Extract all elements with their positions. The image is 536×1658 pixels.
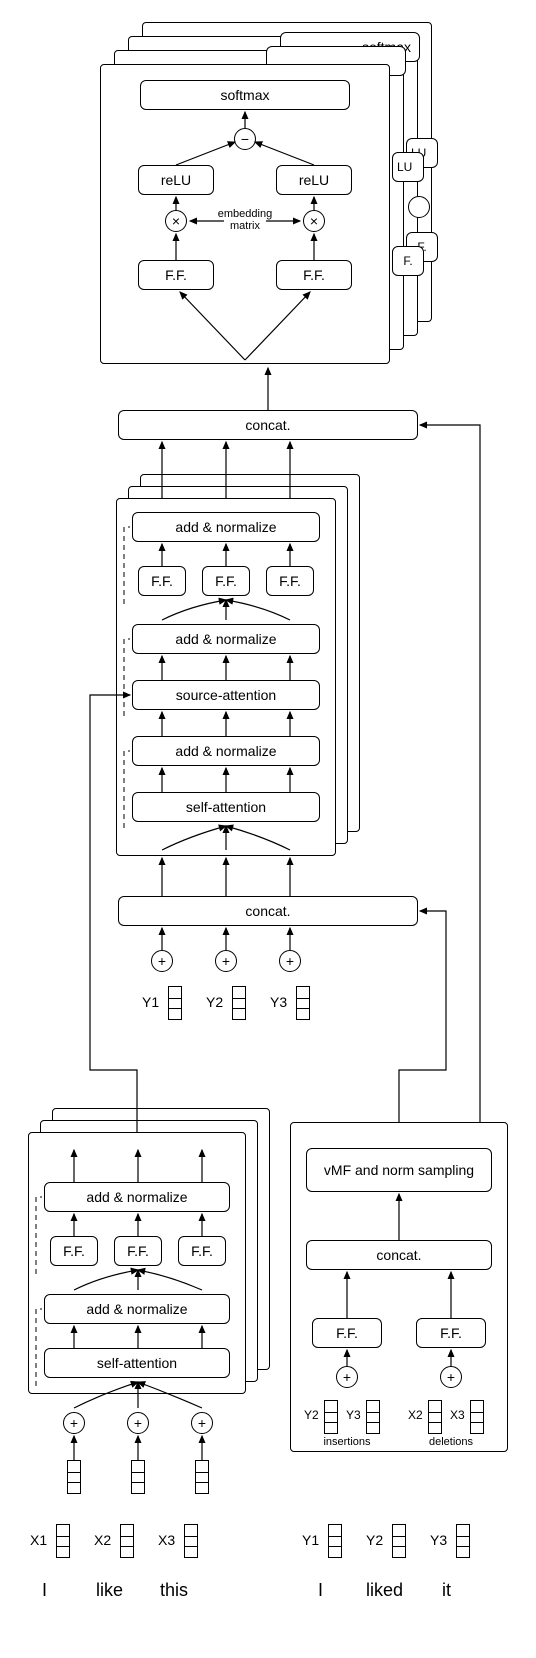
softmax-block: softmax <box>140 80 350 110</box>
x2-vec <box>131 1460 145 1494</box>
x2-label: X2 <box>94 1532 111 1548</box>
y1-vec-bot <box>328 1524 342 1558</box>
multiply-left: × <box>165 210 187 232</box>
y3-vec-mid <box>296 986 310 1020</box>
y3-label-mid: Y3 <box>270 994 287 1010</box>
y2-vec-mid <box>232 986 246 1020</box>
x3-vec <box>195 1460 209 1494</box>
del-x2-vec <box>428 1400 442 1434</box>
concat-upper: concat. <box>118 410 418 440</box>
encoder-ff-1: F.F. <box>50 1236 98 1266</box>
plus-y3: + <box>279 950 301 972</box>
encoder-ff-3: F.F. <box>178 1236 226 1266</box>
relu-shadow-peek-2: LU <box>392 152 424 182</box>
ins-y3-label: Y3 <box>346 1408 361 1422</box>
vmf-concat: concat. <box>306 1240 492 1270</box>
multiply-right: × <box>303 210 325 232</box>
y2-vec-bot <box>392 1524 406 1558</box>
plus-y2: + <box>215 950 237 972</box>
decoder-srcattn: source-attention <box>132 680 320 710</box>
plus-x3: + <box>191 1412 213 1434</box>
vmf-ff-left: F.F. <box>312 1318 382 1348</box>
y1-label-mid: Y1 <box>142 994 159 1010</box>
word-I: I <box>42 1580 47 1601</box>
decoder-ff-1: F.F. <box>138 566 186 596</box>
x1-vec <box>67 1460 81 1494</box>
x3-vec-b <box>184 1524 198 1558</box>
deletions-label: deletions <box>416 1436 486 1448</box>
word-this: this <box>160 1580 188 1601</box>
x1-vec-b <box>56 1524 70 1558</box>
concat-lower: concat. <box>118 896 418 926</box>
vmf-sampling: vMF and norm sampling <box>306 1148 492 1192</box>
word-like: like <box>96 1580 123 1601</box>
ins-y2-vec <box>324 1400 338 1434</box>
word-I-y: I <box>318 1580 323 1601</box>
embedding-label: embedding matrix <box>208 208 282 232</box>
y2-label-mid: Y2 <box>206 994 223 1010</box>
y1-vec-mid <box>168 986 182 1020</box>
encoder-addnorm-1: add & normalize <box>44 1182 230 1212</box>
plus-x1: + <box>63 1412 85 1434</box>
word-it: it <box>442 1580 451 1601</box>
ins-y2-label: Y2 <box>304 1408 319 1422</box>
word-liked: liked <box>366 1580 403 1601</box>
plus-y1: + <box>151 950 173 972</box>
encoder-ff-2: F.F. <box>114 1236 162 1266</box>
decoder-addnorm-3: add & normalize <box>132 736 320 766</box>
x2-vec-b <box>120 1524 134 1558</box>
del-x3-label: X3 <box>450 1408 465 1422</box>
decoder-ff-3: F.F. <box>266 566 314 596</box>
op-shadow-peek <box>408 196 430 218</box>
encoder-selfattn: self-attention <box>44 1348 230 1378</box>
decoder-addnorm-1: add & normalize <box>132 512 320 542</box>
y3-vec-bot <box>456 1524 470 1558</box>
x1-label: X1 <box>30 1532 47 1548</box>
del-x2-label: X2 <box>408 1408 423 1422</box>
ff-shadow-peek-2: F. <box>392 246 424 276</box>
plus-del: + <box>440 1366 462 1388</box>
subtract-op: − <box>234 128 256 150</box>
x3-label: X3 <box>158 1532 175 1548</box>
decoder-ff-2: F.F. <box>202 566 250 596</box>
ff-head-right: F.F. <box>276 260 352 290</box>
encoder-addnorm-2: add & normalize <box>44 1294 230 1324</box>
y3-label-bot: Y3 <box>430 1532 447 1548</box>
y2-label-bot: Y2 <box>366 1532 383 1548</box>
vmf-ff-right: F.F. <box>416 1318 486 1348</box>
insertions-label: insertions <box>312 1436 382 1448</box>
ins-y3-vec <box>366 1400 380 1434</box>
y1-label-bot: Y1 <box>302 1532 319 1548</box>
relu-right: reLU <box>276 165 352 195</box>
plus-x2: + <box>127 1412 149 1434</box>
ff-head-left: F.F. <box>138 260 214 290</box>
architecture-diagram: softmax softmax − reLU reLU × × embeddin… <box>10 10 526 1648</box>
relu-left: reLU <box>138 165 214 195</box>
del-x3-vec <box>470 1400 484 1434</box>
plus-ins: + <box>336 1366 358 1388</box>
decoder-selfattn: self-attention <box>132 792 320 822</box>
decoder-addnorm-2: add & normalize <box>132 624 320 654</box>
